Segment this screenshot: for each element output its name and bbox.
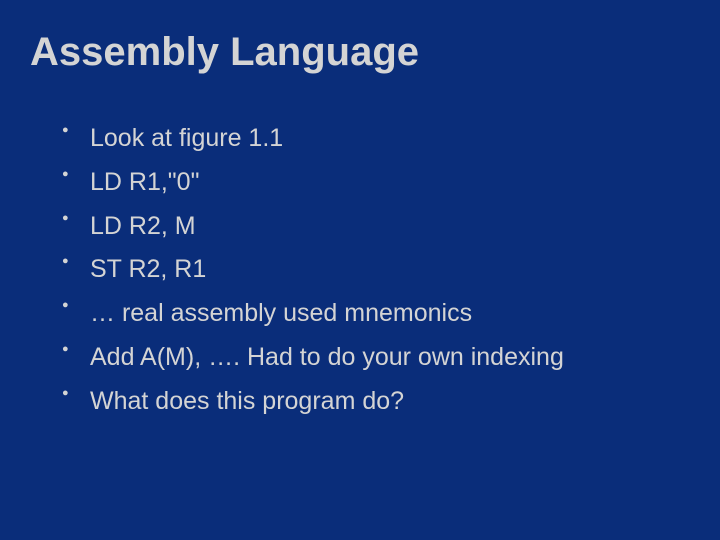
list-item: Add A(M), …. Had to do your own indexing [62, 336, 690, 380]
list-item: Look at figure 1.1 [62, 117, 690, 161]
list-item: ST R2, R1 [62, 248, 690, 292]
list-item: LD R1,"0" [62, 161, 690, 205]
list-item: … real assembly used mnemonics [62, 292, 690, 336]
slide-title: Assembly Language [30, 30, 690, 75]
list-item: LD R2, M [62, 205, 690, 249]
slide-container: Assembly Language Look at figure 1.1 LD … [0, 0, 720, 540]
bullet-list: Look at figure 1.1 LD R1,"0" LD R2, M ST… [30, 117, 690, 423]
list-item: What does this program do? [62, 380, 690, 424]
